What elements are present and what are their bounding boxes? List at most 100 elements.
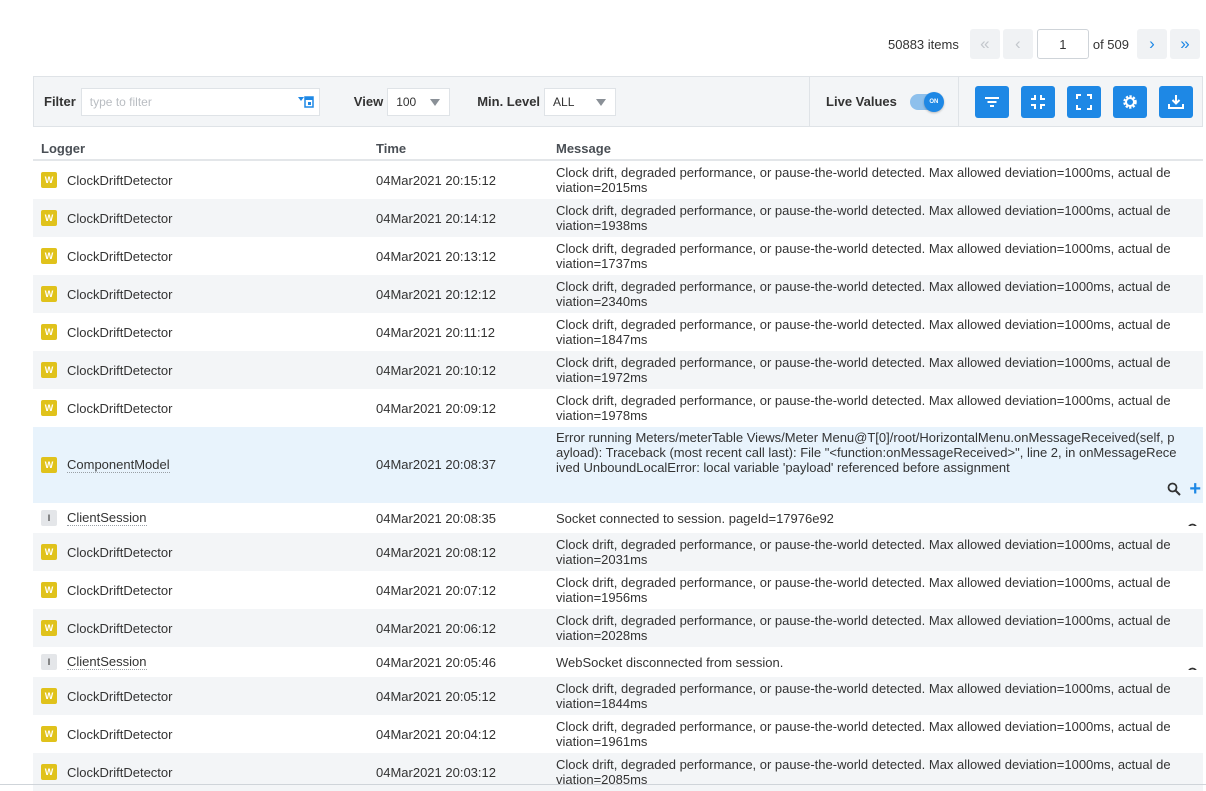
- next-page-button[interactable]: ›: [1137, 29, 1167, 59]
- filter-calendar-icon[interactable]: [297, 95, 314, 108]
- level-badge: W: [41, 400, 57, 416]
- logger-cell: W ClockDriftDetector: [33, 286, 368, 302]
- logger-cell: W ClockDriftDetector: [33, 248, 368, 264]
- plus-icon[interactable]: +: [1189, 479, 1201, 499]
- divider: [0, 784, 1206, 785]
- level-badge: W: [41, 210, 57, 226]
- message-cell: WebSocket disconnected from session.: [548, 655, 1203, 670]
- live-values-label: Live Values: [826, 94, 897, 109]
- min-level-label: Min. Level: [477, 94, 541, 109]
- level-badge: W: [41, 457, 57, 473]
- chevron-down-icon: [596, 98, 607, 106]
- log-toolbar: Filter type to filter View 100 Min. Leve…: [33, 76, 1203, 127]
- divider: [957, 76, 959, 127]
- logger-cell: I ClientSession: [33, 510, 368, 526]
- settings-button[interactable]: [1112, 85, 1147, 118]
- time-cell: 04Mar2021 20:04:12: [376, 726, 496, 742]
- level-badge: W: [41, 324, 57, 340]
- message-cell: Clock drift, degraded performance, or pa…: [548, 355, 1203, 385]
- time-cell: 04Mar2021 20:08:35: [376, 510, 496, 526]
- message-text: Clock drift, degraded performance, or pa…: [556, 681, 1171, 711]
- logger-name: ClockDriftDetector: [67, 726, 173, 742]
- table-row[interactable]: W ClockDriftDetector 04Mar2021 20:12:12 Clo…: [33, 275, 1203, 313]
- logger-name: ClockDriftDetector: [67, 544, 173, 560]
- live-values-toggle[interactable]: ON: [909, 91, 944, 112]
- message-text: Clock drift, degraded performance, or pa…: [556, 537, 1171, 567]
- filter-input[interactable]: type to filter: [80, 87, 320, 116]
- table-row[interactable]: W ClockDriftDetector 04Mar2021 20:07:12 Clo…: [33, 571, 1203, 609]
- logger-name: ClockDriftDetector: [67, 324, 173, 340]
- message-text: Clock drift, degraded performance, or pa…: [556, 279, 1171, 309]
- collapse-button[interactable]: [1020, 85, 1055, 118]
- logger-cell: W ClockDriftDetector: [33, 764, 368, 780]
- page-total: of 509: [1092, 36, 1129, 52]
- table-row[interactable]: W ClockDriftDetector 04Mar2021 20:10:12 Clo…: [33, 351, 1203, 389]
- table-row[interactable]: W ClockDriftDetector 04Mar2021 20:13:12 Clo…: [33, 237, 1203, 275]
- table-row[interactable]: I ClientSession 04Mar2021 20:08:35 Socket c…: [33, 503, 1203, 533]
- first-page-button[interactable]: «: [969, 29, 1000, 59]
- table-row[interactable]: W ClockDriftDetector 04Mar2021 20:06:12 Clo…: [33, 609, 1203, 647]
- header-message[interactable]: Message: [548, 141, 1203, 156]
- zoom-icon[interactable]: [1167, 482, 1182, 496]
- page-number-input[interactable]: [1036, 29, 1089, 59]
- logger-name: ClockDriftDetector: [67, 362, 173, 378]
- level-badge: W: [41, 582, 57, 598]
- logger-name[interactable]: ClientSession: [67, 654, 147, 670]
- message-cell: Clock drift, degraded performance, or pa…: [548, 279, 1203, 309]
- message-text: Clock drift, degraded performance, or pa…: [556, 165, 1171, 195]
- table-row[interactable]: I ClientSession 04Mar2021 20:05:46 WebSocke…: [33, 647, 1203, 677]
- table-row[interactable]: W ClockDriftDetector 04Mar2021 20:15:12 Clo…: [33, 161, 1203, 199]
- logger-name: ClockDriftDetector: [67, 620, 173, 636]
- fullscreen-button[interactable]: [1066, 85, 1101, 118]
- message-cell: Clock drift, degraded performance, or pa…: [548, 681, 1203, 711]
- table-row[interactable]: W ComponentModel 04Mar2021 20:08:37 Error r…: [33, 427, 1203, 503]
- message-cell: Socket connected to session. pageId=1797…: [548, 511, 1203, 526]
- logger-name: ClockDriftDetector: [67, 764, 173, 780]
- time-cell: 04Mar2021 20:09:12: [376, 400, 496, 416]
- level-badge: W: [41, 764, 57, 780]
- min-level-select[interactable]: ALL: [544, 87, 617, 116]
- message-cell: Error running Meters/meterTable Views/Me…: [548, 430, 1203, 500]
- zoom-icon[interactable]: [1187, 523, 1201, 526]
- logger-cell: W ClockDriftDetector: [33, 688, 368, 704]
- logger-name: ClockDriftDetector: [67, 286, 173, 302]
- item-count: 50883 items: [888, 36, 959, 52]
- logger-name[interactable]: ClientSession: [67, 510, 147, 526]
- last-page-button[interactable]: »: [1170, 29, 1200, 59]
- view-select[interactable]: 100: [387, 87, 451, 116]
- time-cell: 04Mar2021 20:15:12: [376, 172, 496, 188]
- time-cell: 04Mar2021 20:10:12: [376, 362, 496, 378]
- table-row[interactable]: W ClockDriftDetector 04Mar2021 20:09:12 Clo…: [33, 389, 1203, 427]
- row-actions: [1187, 523, 1201, 526]
- header-time[interactable]: Time: [368, 141, 548, 156]
- zoom-icon[interactable]: [1187, 667, 1201, 670]
- level-badge: W: [41, 172, 57, 188]
- table-row[interactable]: W ClockDriftDetector 04Mar2021 20:11:12 Clo…: [33, 313, 1203, 351]
- download-icon: [1167, 94, 1184, 109]
- table-row[interactable]: W ClockDriftDetector 04Mar2021 20:05:12 Clo…: [33, 677, 1203, 715]
- header-logger[interactable]: Logger: [33, 141, 368, 156]
- level-badge: W: [41, 726, 57, 742]
- table-row[interactable]: W ClockDriftDetector 04Mar2021 20:04:12 Clo…: [33, 715, 1203, 753]
- filter-button[interactable]: [974, 85, 1009, 118]
- view-value: 100: [396, 94, 417, 109]
- table-body: W ClockDriftDetector 04Mar2021 20:15:12 Clo…: [33, 161, 1203, 791]
- message-cell: Clock drift, degraded performance, or pa…: [548, 575, 1203, 605]
- table-row[interactable]: W ClockDriftDetector 04Mar2021 20:03:12 Clo…: [33, 753, 1203, 791]
- min-level-value: ALL: [553, 94, 575, 109]
- message-text: Clock drift, degraded performance, or pa…: [556, 355, 1171, 385]
- message-cell: Clock drift, degraded performance, or pa…: [548, 165, 1203, 195]
- table-row[interactable]: W ClockDriftDetector 04Mar2021 20:08:12 Clo…: [33, 533, 1203, 571]
- chevron-down-icon: [430, 98, 441, 106]
- table-row[interactable]: W ClockDriftDetector 04Mar2021 20:14:12 Clo…: [33, 199, 1203, 237]
- level-badge: I: [41, 654, 57, 670]
- time-cell: 04Mar2021 20:14:12: [376, 210, 496, 226]
- message-cell: Clock drift, degraded performance, or pa…: [548, 203, 1203, 233]
- logger-name[interactable]: ComponentModel: [67, 457, 170, 473]
- message-cell: Clock drift, degraded performance, or pa…: [548, 613, 1203, 643]
- time-cell: 04Mar2021 20:11:12: [376, 324, 496, 340]
- logger-cell: W ClockDriftDetector: [33, 582, 368, 598]
- collapse-icon: [1030, 94, 1045, 109]
- download-button[interactable]: [1158, 85, 1193, 118]
- prev-page-button[interactable]: ‹: [1002, 29, 1033, 59]
